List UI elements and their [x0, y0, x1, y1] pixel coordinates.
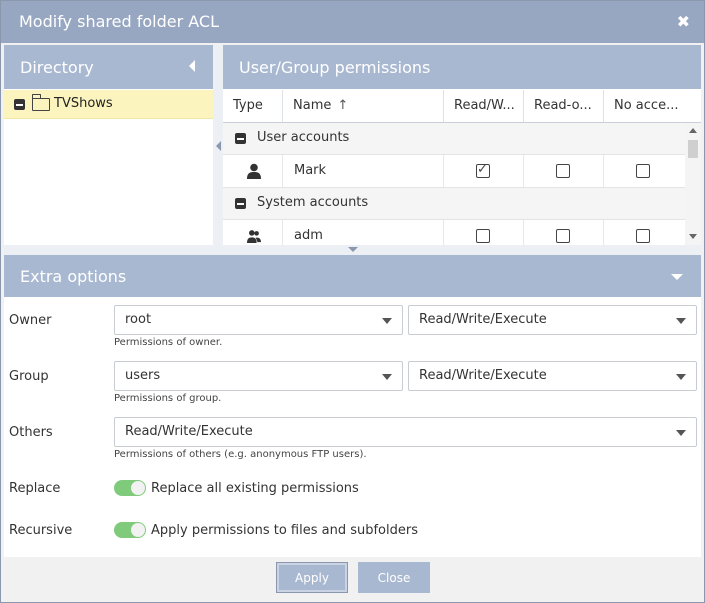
column-read-write-label: Read/W...: [454, 98, 515, 113]
group-system-accounts[interactable]: System accounts: [223, 188, 685, 220]
chevron-down-icon: [676, 430, 686, 436]
permissions-header: User/Group permissions: [223, 45, 701, 89]
user-icon: [247, 163, 261, 179]
extra-options-header[interactable]: Extra options: [4, 255, 701, 297]
column-type[interactable]: Type: [223, 90, 283, 122]
splitter-left-arrow-icon[interactable]: [216, 141, 221, 151]
chevron-down-icon: [382, 318, 392, 324]
owner-permission-value: Read/Write/Execute: [419, 312, 547, 327]
replace-toggle-text: Replace all existing permissions: [151, 481, 359, 496]
owner-permission-select[interactable]: Read/Write/Execute: [408, 305, 697, 335]
group-user-accounts[interactable]: User accounts: [223, 123, 685, 155]
acl-dialog: Modify shared folder ACL ✖ Directory TVS…: [0, 0, 705, 603]
group-permission-select[interactable]: Read/Write/Execute: [408, 361, 697, 391]
column-type-label: Type: [233, 98, 263, 113]
column-name-label: Name: [293, 98, 332, 113]
directory-title: Directory: [20, 58, 94, 77]
group-permission-value: Read/Write/Execute: [419, 368, 547, 383]
owner-hint: Permissions of owner.: [114, 337, 223, 348]
folder-open-icon: [31, 94, 50, 111]
apply-button[interactable]: Apply: [276, 562, 348, 593]
chevron-down-icon[interactable]: [671, 274, 683, 280]
group-value: users: [125, 368, 161, 383]
recursive-toggle[interactable]: [114, 522, 146, 538]
vertical-splitter[interactable]: [213, 45, 223, 245]
column-name[interactable]: Name ↑: [283, 90, 444, 122]
table-row[interactable]: adm: [223, 220, 685, 245]
user-name: adm: [294, 228, 323, 243]
chevron-down-icon: [382, 374, 392, 380]
close-button[interactable]: Close: [358, 562, 430, 593]
owner-label: Owner: [9, 313, 52, 328]
permissions-panel: User/Group permissions Type Name ↑ Read/W…: [223, 45, 701, 245]
recursive-label: Recursive: [9, 523, 73, 538]
others-label: Others: [9, 425, 53, 440]
others-permission-select[interactable]: Read/Write/Execute: [114, 417, 697, 447]
read-only-checkbox[interactable]: [556, 164, 570, 178]
scroll-thumb[interactable]: [688, 140, 698, 158]
dialog-titlebar: Modify shared folder ACL ✖: [1, 1, 704, 43]
dialog-title: Modify shared folder ACL: [19, 12, 219, 31]
column-read-only[interactable]: Read-o...: [524, 90, 604, 122]
column-no-access-label: No acce...: [614, 98, 679, 113]
recursive-toggle-text: Apply permissions to files and subfolder…: [151, 523, 418, 538]
no-access-checkbox[interactable]: [636, 164, 650, 178]
permissions-scrollbar[interactable]: [685, 123, 701, 245]
column-no-access[interactable]: No acce...: [604, 90, 701, 122]
others-permission-value: Read/Write/Execute: [125, 424, 253, 439]
chevron-down-icon: [676, 374, 686, 380]
sort-ascending-icon: ↑: [337, 98, 349, 113]
chevron-down-icon: [676, 318, 686, 324]
horizontal-splitter[interactable]: [4, 245, 701, 255]
dialog-footer: Apply Close: [1, 557, 704, 602]
tree-item-label: TVShows: [54, 96, 113, 111]
group-label: Group: [9, 369, 49, 384]
directory-header: Directory: [4, 45, 213, 89]
read-write-checkbox[interactable]: [476, 229, 490, 243]
scroll-up-icon[interactable]: [689, 128, 697, 133]
permissions-column-headers: Type Name ↑ Read/W... Read-o... No acce..…: [223, 90, 701, 123]
collapse-left-icon[interactable]: [189, 60, 195, 72]
replace-toggle[interactable]: [114, 480, 146, 496]
owner-value: root: [125, 312, 152, 327]
replace-label: Replace: [9, 481, 61, 496]
collapse-group-icon[interactable]: [235, 133, 246, 144]
close-icon[interactable]: ✖: [677, 12, 690, 31]
read-write-checkbox[interactable]: [476, 162, 490, 178]
group-label: User accounts: [257, 130, 350, 145]
group-hint: Permissions of group.: [114, 393, 222, 404]
no-access-checkbox[interactable]: [636, 229, 650, 243]
scroll-down-icon[interactable]: [689, 234, 697, 239]
group-label: System accounts: [257, 195, 369, 210]
permissions-title: User/Group permissions: [239, 58, 431, 77]
owner-select[interactable]: root: [114, 305, 403, 335]
extra-options-title: Extra options: [20, 267, 127, 286]
group-icon: [247, 230, 261, 243]
tree-item-tvshows[interactable]: TVShows: [4, 90, 213, 119]
column-read-only-label: Read-o...: [534, 98, 592, 113]
collapse-node-icon[interactable]: [14, 99, 25, 110]
directory-panel: Directory TVShows: [4, 45, 213, 245]
read-only-checkbox[interactable]: [556, 229, 570, 243]
column-read-write[interactable]: Read/W...: [444, 90, 524, 122]
extra-options-panel: Extra options Owner root Read/Write/Exec…: [4, 255, 701, 557]
others-hint: Permissions of others (e.g. anonymous FT…: [114, 449, 367, 460]
splitter-down-arrow-icon[interactable]: [348, 247, 358, 252]
group-select[interactable]: users: [114, 361, 403, 391]
table-row[interactable]: Mark: [223, 155, 685, 188]
collapse-group-icon[interactable]: [235, 198, 246, 209]
user-name: Mark: [294, 163, 327, 178]
